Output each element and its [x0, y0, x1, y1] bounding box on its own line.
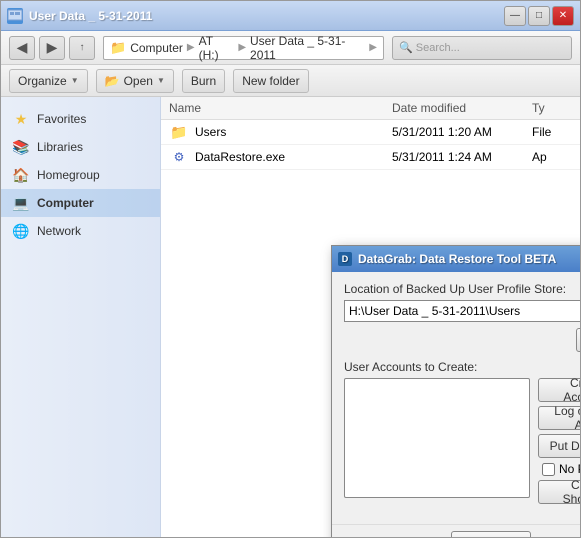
open-arrow-icon: ▼	[157, 76, 165, 85]
sidebar-item-libraries[interactable]: 📚 Libraries	[1, 133, 160, 161]
file-row-datarestore[interactable]: ⚙ DataRestore.exe 5/31/2011 1:24 AM Ap	[161, 145, 580, 170]
file-name-users: Users	[195, 125, 392, 139]
network-icon: 🌐	[13, 223, 29, 239]
file-name-datarestore: DataRestore.exe	[195, 150, 392, 164]
homegroup-icon: 🏠	[13, 167, 29, 183]
file-date-datarestore: 5/31/2011 1:24 AM	[392, 150, 532, 164]
title-bar-buttons: — □ ✕	[504, 6, 574, 26]
open-icon: 📂	[105, 74, 120, 88]
no-prompts-row: No Prompts	[542, 462, 580, 476]
navigation-toolbar: ◀ ▶ ↑ 📁 Computer ▶ AT (H:) ▶ User Data _…	[1, 31, 580, 65]
star-icon: ★	[13, 111, 29, 127]
up-button[interactable]: ↑	[69, 36, 95, 60]
file-type-users: File	[532, 125, 572, 139]
location-input[interactable]	[344, 300, 580, 322]
close-button[interactable]: ✕	[552, 6, 574, 26]
browse-button[interactable]: Browse	[576, 328, 580, 352]
put-data-button[interactable]: Put Data Back	[538, 434, 580, 458]
check-shortcuts-button[interactable]: Check Shortcuts	[538, 480, 580, 504]
search-button[interactable]: 🔍 Search...	[392, 36, 572, 60]
datagrab-dialog: D DataGrab: Data Restore Tool BETA ✕ Loc…	[331, 245, 580, 537]
window-icon	[7, 8, 23, 24]
action-toolbar: Organize ▼ 📂 Open ▼ Burn New folder	[1, 65, 580, 97]
burn-button[interactable]: Burn	[182, 69, 225, 93]
logon-button[interactable]: Log on Each Acct.	[538, 406, 580, 430]
organize-arrow-icon: ▼	[71, 76, 79, 85]
title-bar: User Data _ 5-31-2011 — □ ✕	[1, 1, 580, 31]
browse-row: Browse	[344, 328, 580, 352]
window-title: User Data _ 5-31-2011	[29, 9, 504, 23]
file-row-users[interactable]: 📁 Users 5/31/2011 1:20 AM File	[161, 120, 580, 145]
sidebar-label-libraries: Libraries	[37, 140, 83, 154]
sidebar-item-network[interactable]: 🌐 Network	[1, 217, 160, 245]
dialog-body: Location of Backed Up User Profile Store…	[332, 272, 580, 518]
open-label: Open	[124, 74, 153, 88]
minimize-button[interactable]: —	[504, 6, 526, 26]
address-bar[interactable]: 📁 Computer ▶ AT (H:) ▶ User Data _ 5-31-…	[103, 36, 384, 60]
dialog-title-text: DataGrab: Data Restore Tool BETA	[358, 252, 580, 266]
explorer-window: User Data _ 5-31-2011 — □ ✕ ◀ ▶ ↑ 📁 Comp…	[0, 0, 581, 538]
address-sep-2: ▶	[238, 42, 246, 53]
no-prompts-label: No Prompts	[559, 462, 580, 476]
sidebar-label-computer: Computer	[37, 196, 94, 210]
address-part-3: User Data _ 5-31-2011	[250, 34, 365, 62]
new-folder-button[interactable]: New folder	[233, 69, 308, 93]
sidebar-item-favorites[interactable]: ★ Favorites	[1, 105, 160, 133]
dialog-title-bar: D DataGrab: Data Restore Tool BETA ✕	[332, 246, 580, 272]
sidebar-label-favorites: Favorites	[37, 112, 86, 126]
sidebar-label-homegroup: Homegroup	[37, 168, 100, 182]
accounts-label: User Accounts to Create:	[344, 360, 580, 374]
computer-icon: 💻	[13, 195, 29, 211]
exe-icon: ⚙	[169, 149, 189, 165]
file-type-datarestore: Ap	[532, 150, 572, 164]
sidebar-item-homegroup[interactable]: 🏠 Homegroup	[1, 161, 160, 189]
maximize-button[interactable]: □	[528, 6, 550, 26]
create-accounts-button[interactable]: Create Accounts	[538, 378, 580, 402]
new-folder-label: New folder	[242, 74, 299, 88]
address-part-2: AT (H:)	[199, 34, 235, 62]
burn-label: Burn	[191, 74, 216, 88]
address-sep-3: ▶	[369, 42, 377, 53]
file-list: Name Date modified Ty 📁 Users 5/31/2011 …	[161, 97, 580, 537]
address-sep-1: ▶	[187, 42, 195, 53]
dialog-bottom: Begin	[332, 524, 580, 537]
accounts-listbox[interactable]	[344, 378, 530, 498]
address-folder-icon: 📁	[110, 40, 126, 56]
open-button[interactable]: 📂 Open ▼	[96, 69, 174, 93]
sidebar-label-network: Network	[37, 224, 81, 238]
forward-button[interactable]: ▶	[39, 36, 65, 60]
main-row: Create Accounts Log on Each Acct. Put Da…	[344, 378, 580, 504]
sidebar: ★ Favorites 📚 Libraries 🏠 Homegroup 💻 Co…	[1, 97, 161, 537]
main-content: ★ Favorites 📚 Libraries 🏠 Homegroup 💻 Co…	[1, 97, 580, 537]
sidebar-item-computer[interactable]: 💻 Computer	[1, 189, 160, 217]
column-type[interactable]: Ty	[532, 101, 572, 115]
organize-label: Organize	[18, 74, 67, 88]
begin-button[interactable]: Begin	[451, 531, 531, 537]
back-button[interactable]: ◀	[9, 36, 35, 60]
file-date-users: 5/31/2011 1:20 AM	[392, 125, 532, 139]
dialog-title-icon: D	[338, 252, 352, 266]
library-icon: 📚	[13, 139, 29, 155]
folder-icon: 📁	[169, 124, 189, 140]
address-part-1: Computer	[130, 41, 183, 55]
column-date[interactable]: Date modified	[392, 101, 532, 115]
file-list-header: Name Date modified Ty	[161, 97, 580, 120]
right-buttons: Create Accounts Log on Each Acct. Put Da…	[538, 378, 580, 504]
organize-button[interactable]: Organize ▼	[9, 69, 88, 93]
column-name[interactable]: Name	[169, 101, 392, 115]
no-prompts-checkbox[interactable]	[542, 463, 555, 476]
location-label: Location of Backed Up User Profile Store…	[344, 282, 580, 296]
